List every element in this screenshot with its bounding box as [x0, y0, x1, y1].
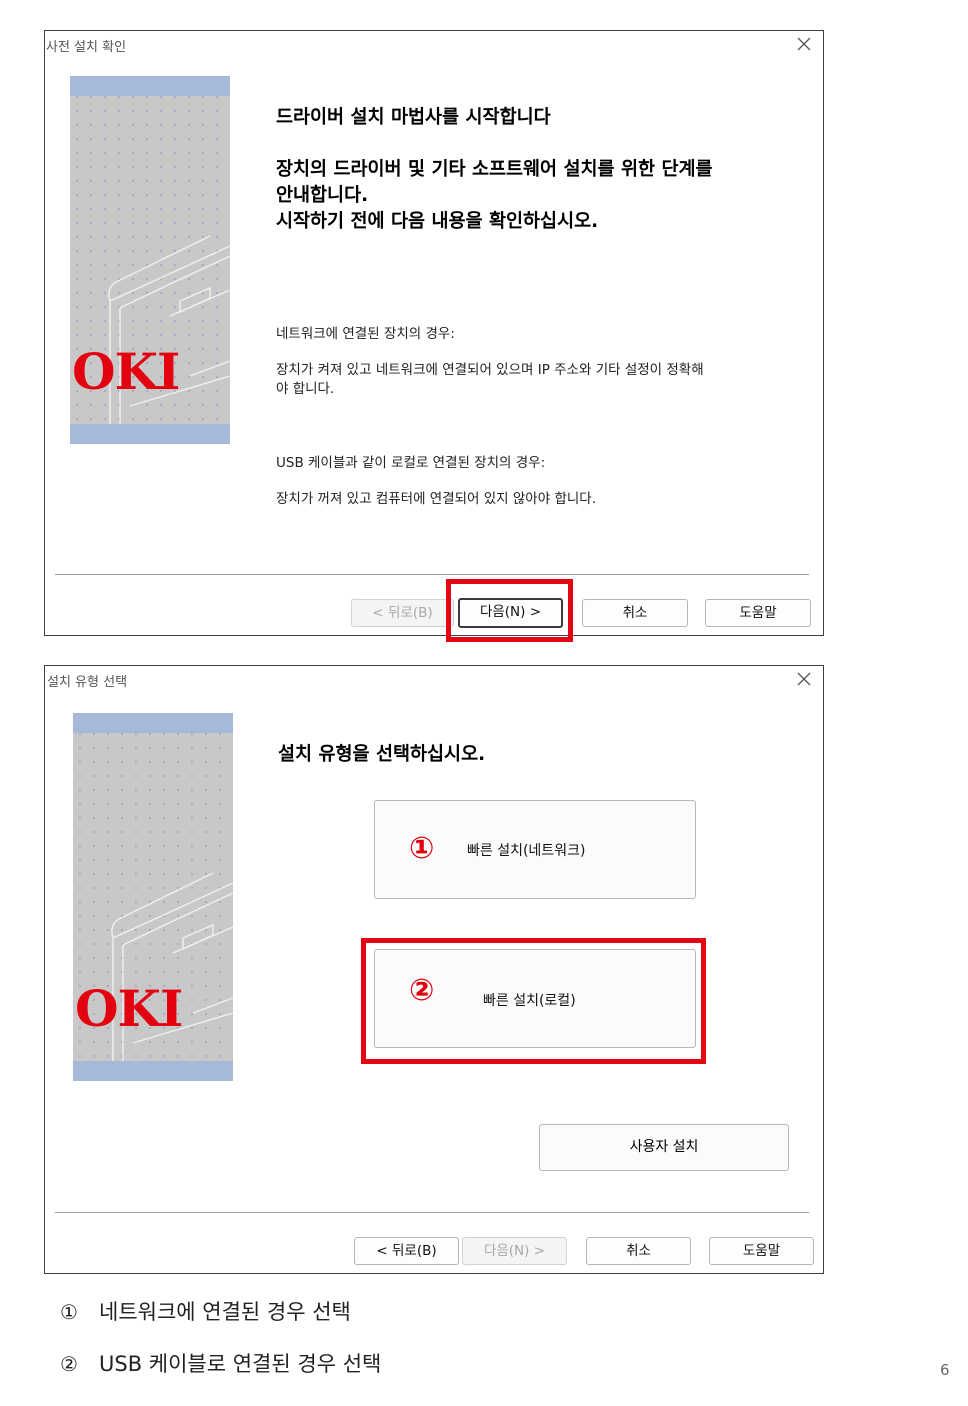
install-type-heading: 설치 유형을 선택하십시오. — [278, 744, 486, 765]
close-icon[interactable] — [793, 33, 815, 55]
close-icon[interactable] — [793, 668, 815, 690]
help-button[interactable]: 도움말 — [705, 599, 811, 627]
oki-logo: OKI — [72, 342, 180, 401]
network-requirement-line-2: 야 합니다. — [276, 381, 335, 397]
option-marker-1: ① — [409, 831, 435, 866]
network-requirement-line-1: 장치가 켜져 있고 네트워크에 연결되어 있으며 IP 주소와 기타 설정이 정… — [276, 362, 704, 378]
usb-requirement: 장치가 꺼져 있고 컴퓨터에 연결되어 있지 않아야 합니다. — [276, 491, 596, 507]
intro-line-3: 시작하기 전에 다음 내용을 확인하십시오. — [276, 211, 599, 232]
cancel-button[interactable]: 취소 — [586, 1237, 691, 1265]
caption-marker-1: ① — [60, 1300, 78, 1324]
page-number: 6 — [940, 1361, 950, 1379]
next-button-highlight — [446, 579, 573, 642]
dialog-title: 설치 유형 선택 — [47, 675, 128, 690]
footer-divider — [55, 574, 809, 575]
wizard-heading: 드라이버 설치 마법사를 시작합니다 — [276, 107, 551, 128]
network-section-title: 네트워크에 연결된 장치의 경우: — [276, 326, 455, 342]
next-button[interactable]: 다음(N) > — [462, 1237, 567, 1265]
usb-section-title: USB 케이블과 같이 로컬로 연결된 장치의 경우: — [276, 455, 546, 471]
title-bar: 설치 유형 선택 — [45, 666, 823, 694]
intro-line-2: 안내합니다. — [276, 185, 369, 206]
back-button[interactable]: < 뒤로(B) — [351, 599, 454, 627]
side-banner: OKI — [70, 76, 230, 444]
local-install-highlight — [361, 938, 706, 1064]
intro-line-1: 장치의 드라이버 및 기타 소프트웨어 설치를 위한 단계를 — [276, 159, 713, 180]
quick-install-network-button[interactable]: ① 빠른 설치(네트워크) — [374, 800, 696, 899]
quick-install-network-label: 빠른 설치(네트워크) — [467, 843, 586, 859]
cancel-button[interactable]: 취소 — [582, 599, 688, 627]
oki-logo: OKI — [75, 979, 183, 1038]
custom-install-button[interactable]: 사용자 설치 — [539, 1124, 789, 1171]
help-button[interactable]: 도움말 — [709, 1237, 814, 1265]
caption-marker-2: ② — [60, 1352, 78, 1376]
side-banner: OKI — [73, 713, 233, 1081]
caption-network: 네트워크에 연결된 경우 선택 — [99, 1300, 351, 1324]
back-button[interactable]: < 뒤로(B) — [354, 1237, 459, 1265]
dialog-title: 사전 설치 확인 — [46, 40, 127, 55]
caption-usb: USB 케이블로 연결된 경우 선택 — [99, 1352, 382, 1376]
footer-divider — [55, 1212, 809, 1213]
title-bar: 사전 설치 확인 — [45, 31, 823, 59]
pre-install-check-dialog: 사전 설치 확인 OKI 드라이버 설치 마법사를 시작합니다 장치의 드라이버… — [44, 30, 824, 636]
